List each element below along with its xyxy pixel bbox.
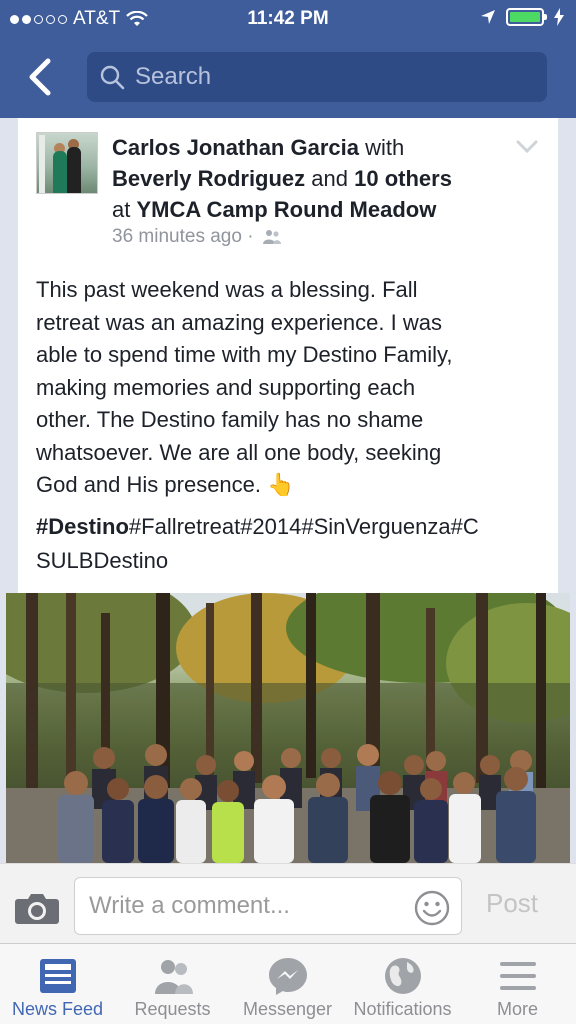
- body-line: making memories and supporting each: [36, 374, 416, 400]
- tagged-others[interactable]: 10 others: [354, 166, 452, 191]
- body-line: This past weekend was a blessing. Fall: [36, 277, 418, 302]
- post-meta: 36 minutes ago ·: [112, 226, 282, 248]
- post-options-chevron-icon[interactable]: [516, 140, 538, 154]
- messenger-icon: [268, 958, 307, 995]
- tab-label: Requests: [134, 999, 211, 1019]
- post-button[interactable]: Post: [486, 888, 538, 919]
- location-arrow-icon: [481, 10, 495, 24]
- battery-icon: [506, 8, 547, 26]
- smiley-icon[interactable]: [414, 890, 450, 926]
- news-feed-icon: [39, 959, 76, 993]
- author-name[interactable]: Carlos Jonathan Garcia: [112, 135, 359, 160]
- body-line: other. The Destino family has no shame: [36, 407, 424, 432]
- location-link[interactable]: YMCA Camp Round Meadow: [136, 197, 436, 222]
- friends-audience-icon: [262, 230, 281, 244]
- status-bar: AT&T 11:42 PM: [0, 0, 576, 38]
- hashtag-line: #Destino#Fallretreat#2014#SinVerguenza#C: [36, 510, 546, 544]
- post-hashtags: #Destino#Fallretreat#2014#SinVerguenza#C…: [36, 510, 546, 578]
- tab-bar: News Feed Requests Messenger Notificatio…: [0, 943, 576, 1024]
- group-photo-forest: [6, 593, 570, 863]
- tab-label: News Feed: [11, 999, 104, 1019]
- search-bar[interactable]: [87, 52, 547, 102]
- post-photo[interactable]: [6, 593, 570, 863]
- tab-messenger[interactable]: Messenger: [230, 944, 345, 1024]
- post-header: Carlos Jonathan Garcia with Beverly Rodr…: [112, 132, 512, 225]
- tagged-person[interactable]: Beverly Rodriguez: [112, 166, 305, 191]
- tab-requests[interactable]: Requests: [115, 944, 230, 1024]
- tab-label: Messenger: [242, 999, 333, 1019]
- hashtag-line-2[interactable]: SULBDestino: [36, 544, 546, 578]
- hashtag-list[interactable]: #Fallretreat#2014#SinVerguenza#C: [129, 514, 479, 539]
- body-line: retreat was an amazing experience. I was: [36, 309, 442, 335]
- search-input[interactable]: [135, 63, 535, 91]
- back-button[interactable]: [20, 55, 60, 99]
- tab-news-feed[interactable]: News Feed: [0, 944, 115, 1024]
- tab-label: More: [496, 999, 538, 1019]
- tab-more[interactable]: More: [460, 944, 575, 1024]
- tab-label: Notifications: [353, 999, 452, 1019]
- navigation-header: AT&T 11:42 PM: [0, 0, 576, 118]
- search-icon: [100, 65, 125, 90]
- post-timestamp[interactable]: 36 minutes ago ·: [112, 226, 254, 248]
- author-avatar[interactable]: [36, 132, 98, 194]
- post-card: Carlos Jonathan Garcia with Beverly Rodr…: [18, 118, 558, 593]
- globe-icon: [384, 958, 421, 994]
- with-word: with: [365, 135, 405, 160]
- hashtag-destino[interactable]: #Destino: [36, 514, 129, 539]
- body-line: God and His presence. 👆: [36, 472, 295, 497]
- charging-bolt-icon: [554, 8, 564, 26]
- comment-input[interactable]: [74, 877, 462, 935]
- chevron-left-icon: [29, 58, 51, 96]
- status-right: [480, 8, 564, 26]
- tab-notifications[interactable]: Notifications: [345, 944, 460, 1024]
- at-word: at: [112, 197, 131, 222]
- camera-icon[interactable]: [14, 891, 60, 925]
- friend-requests-icon: [154, 960, 193, 994]
- body-line: able to spend time with my Destino Famil…: [36, 342, 453, 367]
- post-body: This past weekend was a blessing. Fall r…: [36, 274, 546, 502]
- menu-icon: [499, 962, 536, 990]
- comment-bar: Post: [0, 863, 576, 943]
- body-line: whatsoever. We are all one body, seeking: [36, 439, 442, 465]
- and-word: and: [311, 166, 349, 191]
